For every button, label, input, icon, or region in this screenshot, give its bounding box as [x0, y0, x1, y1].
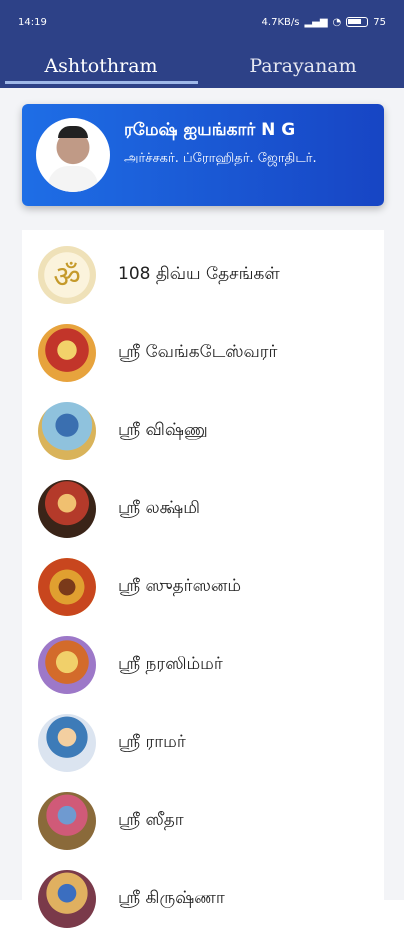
- list-item-label: ஸ்ரீ ஸுதர்ஸனம்: [118, 576, 241, 596]
- profile-role: அர்ச்சகர். ப்ரோஹிதர். ஜோதிடர்.: [124, 151, 317, 166]
- status-time: 14:19: [18, 16, 47, 28]
- om-icon: ॐ: [38, 246, 96, 304]
- deity-list: ॐ 108 திவ்ய தேசங்கள் ஸ்ரீ வேங்கடேஸ்வரர் …: [22, 230, 384, 930]
- list-item[interactable]: ஸ்ரீ நரஸிம்மர்: [22, 626, 384, 704]
- battery-icon: [346, 17, 369, 27]
- lakshmi-icon: [38, 480, 96, 538]
- list-item-label: 108 திவ்ய தேசங்கள்: [118, 264, 280, 284]
- sudarshanam-icon: [38, 558, 96, 616]
- list-item-label: ஸ்ரீ ராமர்: [118, 732, 186, 752]
- rama-icon: [38, 714, 96, 772]
- signal-icon: ▂▄▆: [304, 16, 328, 28]
- narasimha-icon: [38, 636, 96, 694]
- status-icons: 4.7KB/s ▂▄▆ ◔ 75: [262, 17, 386, 28]
- krishna-icon: [38, 870, 96, 928]
- tab-bar: Ashtothram Parayanam: [0, 44, 404, 88]
- battery-level: 75: [373, 16, 386, 28]
- list-item[interactable]: ஸ்ரீ வேங்கடேஸ்வரர்: [22, 314, 384, 392]
- list-item[interactable]: ஸ்ரீ விஷ்ணு: [22, 392, 384, 470]
- list-item[interactable]: ஸ்ரீ ஸுதர்ஸனம்: [22, 548, 384, 626]
- avatar-hair: [58, 126, 88, 138]
- list-item-label: ஸ்ரீ வேங்கடேஸ்வரர்: [118, 342, 278, 362]
- list-item-label: ஸ்ரீ நரஸிம்மர்: [118, 654, 223, 674]
- status-bar: 14:19 4.7KB/s ▂▄▆ ◔ 75: [0, 0, 404, 44]
- list-item-label: ஸ்ரீ ஸீதா: [118, 810, 184, 830]
- vishnu-icon: [38, 402, 96, 460]
- avatar: [36, 118, 110, 192]
- sita-icon: [38, 792, 96, 850]
- wifi-icon: ◔: [332, 16, 342, 28]
- list-item[interactable]: ஸ்ரீ ஸீதா: [22, 782, 384, 860]
- profile-card[interactable]: ரமேஷ் ஐயங்கார் N G அர்ச்சகர். ப்ரோஹிதர்.…: [22, 104, 384, 206]
- main-content: ரமேஷ் ஐயங்கார் N G அர்ச்சகர். ப்ரோஹிதர்.…: [0, 88, 404, 930]
- list-item[interactable]: ஸ்ரீ ராமர்: [22, 704, 384, 782]
- net-speed: 4.7KB/s: [261, 16, 300, 28]
- list-item[interactable]: ஸ்ரீ கிருஷ்ணா: [22, 860, 384, 938]
- list-item-label: ஸ்ரீ கிருஷ்ணா: [118, 888, 225, 908]
- avatar-shirt: [48, 166, 98, 192]
- list-item-label: ஸ்ரீ விஷ்ணு: [118, 420, 208, 440]
- list-item[interactable]: ॐ 108 திவ்ய தேசங்கள்: [22, 236, 384, 314]
- list-item-label: ஸ்ரீ லக்ஷ்மி: [118, 498, 200, 518]
- venkateswara-icon: [38, 324, 96, 382]
- active-tab-indicator: [5, 81, 198, 84]
- list-item[interactable]: ஸ்ரீ லக்ஷ்மி: [22, 470, 384, 548]
- profile-name: ரமேஷ் ஐயங்கார் N G: [124, 120, 296, 140]
- tab-parayanam[interactable]: Parayanam: [202, 44, 404, 88]
- tab-label: Ashtothram: [44, 55, 158, 77]
- tab-label: Parayanam: [249, 55, 357, 77]
- om-glyph: ॐ: [53, 259, 81, 295]
